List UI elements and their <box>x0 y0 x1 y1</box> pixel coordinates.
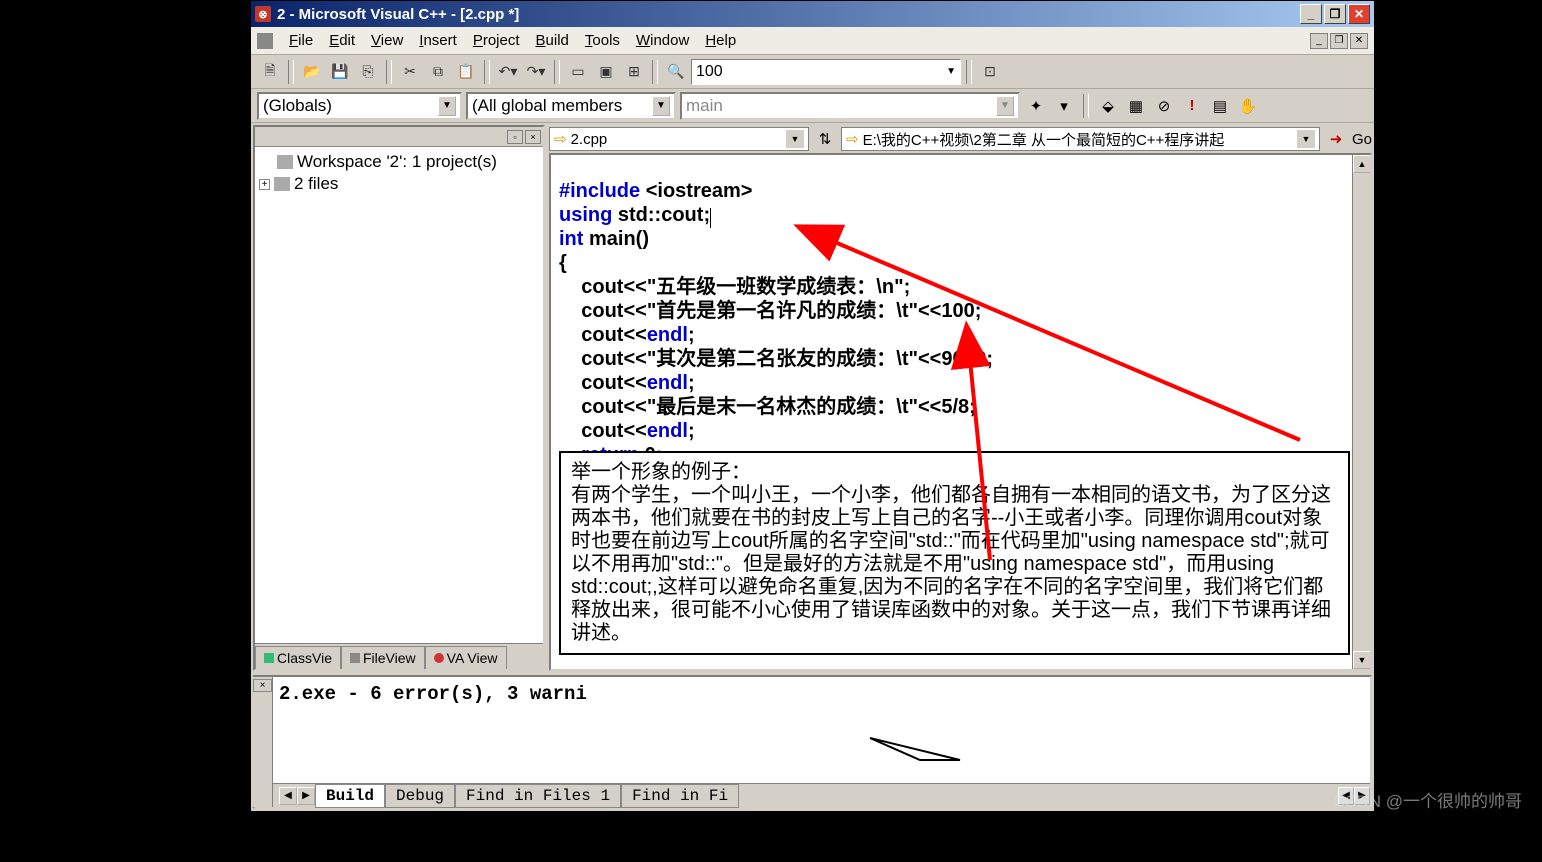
window-title: 2 - Microsoft Visual C++ - [2.cpp *] <box>277 6 519 23</box>
go-label[interactable]: Go <box>1352 131 1372 148</box>
stop-build-icon[interactable]: ⊘ <box>1152 94 1176 118</box>
menu-window[interactable]: Window <box>628 30 697 51</box>
arrow-right-icon: ⇨ <box>554 130 567 148</box>
chevron-down-icon: ▼ <box>946 66 956 77</box>
redo-icon[interactable]: ↷▾ <box>523 59 549 85</box>
mdi-close[interactable]: ✕ <box>1350 33 1368 49</box>
va-refresh-icon[interactable]: ✦ <box>1024 94 1048 118</box>
members-combo[interactable]: (All global members▼ <box>466 92 676 120</box>
tab-debug[interactable]: Debug <box>385 784 455 808</box>
find-icon[interactable]: 🔍 <box>663 59 689 85</box>
code-editor[interactable]: #include <iostream> using std::cout; int… <box>549 153 1372 671</box>
vertical-scrollbar[interactable]: ▲ ▼ <box>1352 155 1370 669</box>
path-combo[interactable]: ⇨ E:\我的C++视频\2第二章 从一个最简短的C++程序讲起 ▼ <box>841 127 1320 151</box>
file-tab-current[interactable]: ⇨ 2.cpp ▼ <box>549 127 809 151</box>
zoom-combo[interactable]: 100 ▼ <box>691 59 961 85</box>
mdi-doc-icon <box>257 33 273 49</box>
side-tabs: ClassVie FileView VA View <box>255 643 543 669</box>
editor-panel: ⇨ 2.cpp ▼ ⇅ ⇨ E:\我的C++视频\2第二章 从一个最简短的C++… <box>549 125 1372 671</box>
window-list-icon[interactable]: ⊞ <box>621 59 647 85</box>
panel-close-icon[interactable]: × <box>525 130 541 144</box>
output-close-icon[interactable]: × <box>253 679 272 692</box>
menu-tools[interactable]: Tools <box>577 30 628 51</box>
arrow-right-icon: ⇨ <box>846 130 859 148</box>
save-icon[interactable]: 💾 <box>327 59 353 85</box>
function-combo[interactable]: main▼ <box>680 92 1020 120</box>
zoom-value: 100 <box>696 63 723 81</box>
go-icon[interactable]: ▤ <box>1208 94 1232 118</box>
project-label: 2 files <box>294 174 338 194</box>
mdi-restore[interactable]: ❐ <box>1330 33 1348 49</box>
workspace-icon[interactable]: ▭ <box>565 59 591 85</box>
menu-edit[interactable]: Edit <box>321 30 363 51</box>
hand-icon[interactable]: ✋ <box>1236 94 1260 118</box>
menu-help[interactable]: Help <box>697 30 744 51</box>
cut-icon[interactable]: ✂ <box>397 59 423 85</box>
watermark: CSDN @一个很帅的帅哥 <box>1333 787 1522 812</box>
expand-icon[interactable]: + <box>259 179 270 190</box>
undo-icon[interactable]: ↶▾ <box>495 59 521 85</box>
wizard-bar: (Globals)▼ (All global members▼ main▼ ✦ … <box>251 89 1374 123</box>
menu-file[interactable]: File <box>281 30 321 51</box>
tab-vaview[interactable]: VA View <box>425 646 507 669</box>
scroll-down-icon[interactable]: ▼ <box>1353 651 1371 669</box>
menu-build[interactable]: Build <box>528 30 577 51</box>
workspace-icon <box>277 155 293 169</box>
tab-fileview[interactable]: FileView <box>341 646 425 669</box>
va-drop-icon[interactable]: ▾ <box>1052 94 1076 118</box>
workspace-body: ▫ × Workspace '2': 1 project(s) +2 files… <box>251 123 1374 673</box>
mdi-minimize[interactable]: _ <box>1310 33 1328 49</box>
menu-bar: File Edit View Insert Project Build Tool… <box>251 27 1374 55</box>
panel-restore-icon[interactable]: ▫ <box>507 130 523 144</box>
scroll-up-icon[interactable]: ▲ <box>1353 155 1371 173</box>
tab-find2[interactable]: Find in Fi <box>621 784 739 808</box>
tab-scroll-left-icon[interactable]: ◀ <box>279 787 297 805</box>
menu-view[interactable]: View <box>363 30 411 51</box>
output-icon[interactable]: ▣ <box>593 59 619 85</box>
title-bar[interactable]: ⊗ 2 - Microsoft Visual C++ - [2.cpp *] _… <box>251 1 1374 27</box>
paste-icon[interactable]: 📋 <box>453 59 479 85</box>
output-panel: × 2.exe - 6 error(s), 3 warni ◀ ▶ Build … <box>253 675 1372 809</box>
compile-icon[interactable]: ⬙ <box>1096 94 1120 118</box>
chevron-down-icon[interactable]: ▼ <box>786 130 804 148</box>
minimize-button[interactable]: _ <box>1300 4 1322 24</box>
tile-icon[interactable]: ⊡ <box>977 59 1003 85</box>
go-arrow-icon[interactable]: ➜ <box>1324 127 1348 151</box>
tab-scroll-right-icon[interactable]: ▶ <box>297 787 315 805</box>
tab-build[interactable]: Build <box>315 784 385 808</box>
menu-project[interactable]: Project <box>465 30 528 51</box>
output-text[interactable]: 2.exe - 6 error(s), 3 warni <box>255 677 1370 783</box>
new-file-icon[interactable]: 🗎 <box>257 59 283 85</box>
app-icon: ⊗ <box>255 6 271 22</box>
text-cursor <box>710 208 711 228</box>
tab-classview[interactable]: ClassVie <box>255 646 341 669</box>
annotation-text: 举一个形象的例子： 有两个学生，一个叫小王，一个小李，他们都各自拥有一本相同的语… <box>571 461 1331 644</box>
chevron-down-icon[interactable]: ▼ <box>1297 130 1315 148</box>
standard-toolbar: 🗎 📂 💾 ⎘ ✂ ⧉ 📋 ↶▾ ↷▾ ▭ ▣ ⊞ 🔍 100 ▼ ⊡ <box>251 55 1374 89</box>
execute-icon[interactable]: ! <box>1180 94 1204 118</box>
maximize-button[interactable]: ❐ <box>1324 4 1346 24</box>
save-all-icon[interactable]: ⎘ <box>355 59 381 85</box>
workspace-tree[interactable]: Workspace '2': 1 project(s) +2 files <box>255 147 543 643</box>
split-icon[interactable]: ⇅ <box>813 127 837 151</box>
tab-find1[interactable]: Find in Files 1 <box>455 784 621 808</box>
menu-insert[interactable]: Insert <box>411 30 465 51</box>
copy-icon[interactable]: ⧉ <box>425 59 451 85</box>
scope-combo[interactable]: (Globals)▼ <box>257 92 462 120</box>
workspace-label: Workspace '2': 1 project(s) <box>297 152 497 172</box>
annotation-callout: 举一个形象的例子： 有两个学生，一个叫小王，一个小李，他们都各自拥有一本相同的语… <box>559 451 1350 655</box>
open-icon[interactable]: 📂 <box>299 59 325 85</box>
close-button[interactable]: ✕ <box>1348 4 1370 24</box>
project-icon <box>274 177 290 191</box>
workspace-panel: ▫ × Workspace '2': 1 project(s) +2 files… <box>253 125 545 671</box>
build-icon[interactable]: ▦ <box>1124 94 1148 118</box>
app-window: ⊗ 2 - Microsoft Visual C++ - [2.cpp *] _… <box>250 0 1375 812</box>
